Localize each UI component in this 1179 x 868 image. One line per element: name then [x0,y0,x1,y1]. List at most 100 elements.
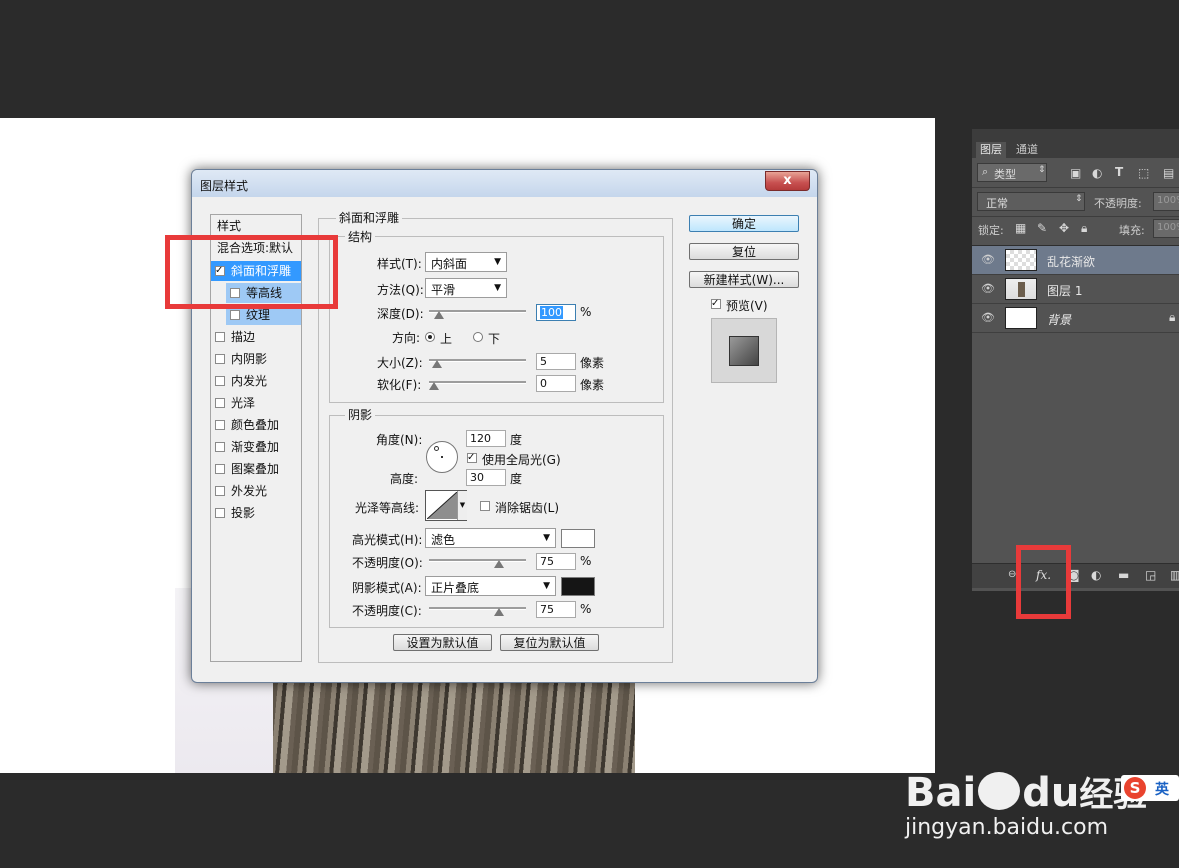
blend-mode-select[interactable]: 正常 ⇕ [977,192,1085,211]
style-item-checkbox[interactable] [215,354,225,364]
style-item-checkbox[interactable] [215,508,225,518]
shadow-opacity-slider[interactable] [429,607,526,610]
layer-row-text[interactable]: 👁︎ 乱花渐欲 [972,246,1179,275]
global-light-checkbox[interactable] [467,453,477,463]
chevron-down-icon: ▼ [457,491,467,520]
chevron-down-icon: ▼ [494,257,501,267]
soften-input[interactable]: 0 [536,375,576,392]
highlight-opacity-slider[interactable] [429,559,526,562]
set-default-button[interactable]: 设置为默认值 [393,634,492,651]
style-item-checkbox[interactable] [215,442,225,452]
close-button[interactable]: x [765,171,810,191]
shadow-color-swatch[interactable] [561,577,595,596]
soften-slider[interactable] [429,381,526,384]
trash-icon[interactable]: ▥ [1170,568,1179,582]
highlight-mode-select[interactable]: 滤色 ▼ [425,528,556,548]
style-item[interactable]: 光泽 [211,393,301,413]
size-input[interactable]: 5 [536,353,576,370]
lock-transparent-icon[interactable]: ▦ [1015,221,1026,235]
highlight-opacity-unit: % [580,554,592,568]
new-layer-icon[interactable]: ◲ [1145,568,1156,582]
chevron-down-icon: ▼ [494,283,501,293]
filter-kind-select[interactable]: ⌕ 类型 ⇕ [977,163,1047,182]
gloss-contour-picker[interactable]: ▼ [425,490,467,521]
size-slider-handle[interactable] [431,360,442,368]
style-item-checkbox[interactable] [215,332,225,342]
folder-icon[interactable]: ▬ [1118,568,1129,582]
highlight-opacity-value: 75 [540,555,554,568]
angle-dial[interactable] [426,441,458,473]
dialog-titlebar[interactable] [192,170,817,197]
layer-row-background[interactable]: 👁︎ 背景 🔒︎ [972,304,1179,333]
style-item-checkbox[interactable] [215,398,225,408]
bevel-style-select[interactable]: 内斜面 ▼ [425,252,507,272]
style-item-checkbox[interactable] [215,464,225,474]
highlight-color-swatch[interactable] [561,529,595,548]
eye-icon[interactable]: 👁︎ [981,282,995,295]
image-filter-icon[interactable]: ▣ [1070,166,1081,180]
new-style-button[interactable]: 新建样式(W)... [689,271,799,288]
soften-slider-handle[interactable] [429,382,439,390]
style-item-checkbox[interactable] [215,486,225,496]
shape-filter-icon[interactable]: ⬚ [1138,166,1149,180]
highlight-opacity-handle[interactable] [494,560,505,568]
highlight-opacity-input[interactable]: 75 [536,553,576,570]
method-select[interactable]: 平滑 ▼ [425,278,507,298]
chevron-updown-icon: ⇕ [1038,165,1046,175]
shadow-opacity-handle[interactable] [494,608,505,616]
reset-button[interactable]: 复位 [689,243,799,260]
eye-icon[interactable]: 👁︎ [981,253,995,266]
styles-header: 样式 [217,219,242,233]
angle-value: 120 [470,432,491,445]
style-item[interactable]: 内发光 [211,371,301,391]
style-item-checkbox[interactable] [230,310,240,320]
chevron-updown-icon: ⇕ [1075,194,1083,204]
style-item[interactable]: 投影 [211,503,301,523]
shadow-opacity-input[interactable]: 75 [536,601,576,618]
brush-icon[interactable]: ✎ [1037,221,1047,235]
size-label: 大小(Z): [377,356,423,370]
angle-input[interactable]: 120 [466,430,506,447]
tab-layers[interactable]: 图层 [976,142,1006,158]
opacity-input[interactable]: 100% [1153,192,1179,211]
blend-mode-value: 正常 [986,197,1008,210]
style-item[interactable]: 描边 [211,327,301,347]
style-item[interactable]: 外发光 [211,481,301,501]
style-item-checkbox[interactable] [215,420,225,430]
lock-icon[interactable]: 🔒︎ [1081,221,1087,236]
layer-row-image[interactable]: 👁︎ 图层 1 [972,275,1179,304]
type-filter-icon[interactable]: T [1115,165,1123,179]
fill-input[interactable]: 100% [1153,219,1179,238]
altitude-value: 30 [470,471,484,484]
style-item[interactable]: 内阴影 [211,349,301,369]
ime-indicator[interactable]: S 英 [1121,775,1179,801]
move-icon[interactable]: ✥ [1059,221,1069,235]
style-item[interactable]: 图案叠加 [211,459,301,479]
depth-input[interactable]: 100 [536,304,576,321]
altitude-input[interactable]: 30 [466,469,506,486]
dialog-title: 图层样式 [200,179,249,193]
bevel-emboss-title: 斜面和浮雕 [336,209,403,226]
depth-slider-handle[interactable] [434,311,445,319]
lock-icon: 🔒︎ [1169,310,1176,324]
style-item[interactable]: 渐变叠加 [211,437,301,457]
direction-up-radio[interactable] [425,332,435,342]
size-slider[interactable] [429,359,526,362]
antialias-checkbox[interactable] [480,501,490,511]
ok-button[interactable]: 确定 [689,215,799,232]
adjustment-filter-icon[interactable]: ◐ [1092,166,1102,180]
antialias-label: 消除锯齿(L) [495,501,560,515]
ime-mode-label: 英 [1155,782,1169,798]
shadow-mode-select[interactable]: 正片叠底 ▼ [425,576,556,596]
direction-down-radio[interactable] [473,332,483,342]
angle-unit: 度 [510,433,523,447]
eye-icon[interactable]: 👁︎ [981,311,995,324]
style-label: 样式(T): [377,257,422,271]
style-item[interactable]: 颜色叠加 [211,415,301,435]
reset-default-button[interactable]: 复位为默认值 [500,634,599,651]
smart-object-filter-icon[interactable]: ▤ [1163,166,1174,180]
preview-checkbox[interactable] [711,299,721,309]
adjustment-icon[interactable]: ◐ [1091,568,1101,582]
tab-channels[interactable]: 通道 [1012,142,1042,158]
style-item-checkbox[interactable] [215,376,225,386]
